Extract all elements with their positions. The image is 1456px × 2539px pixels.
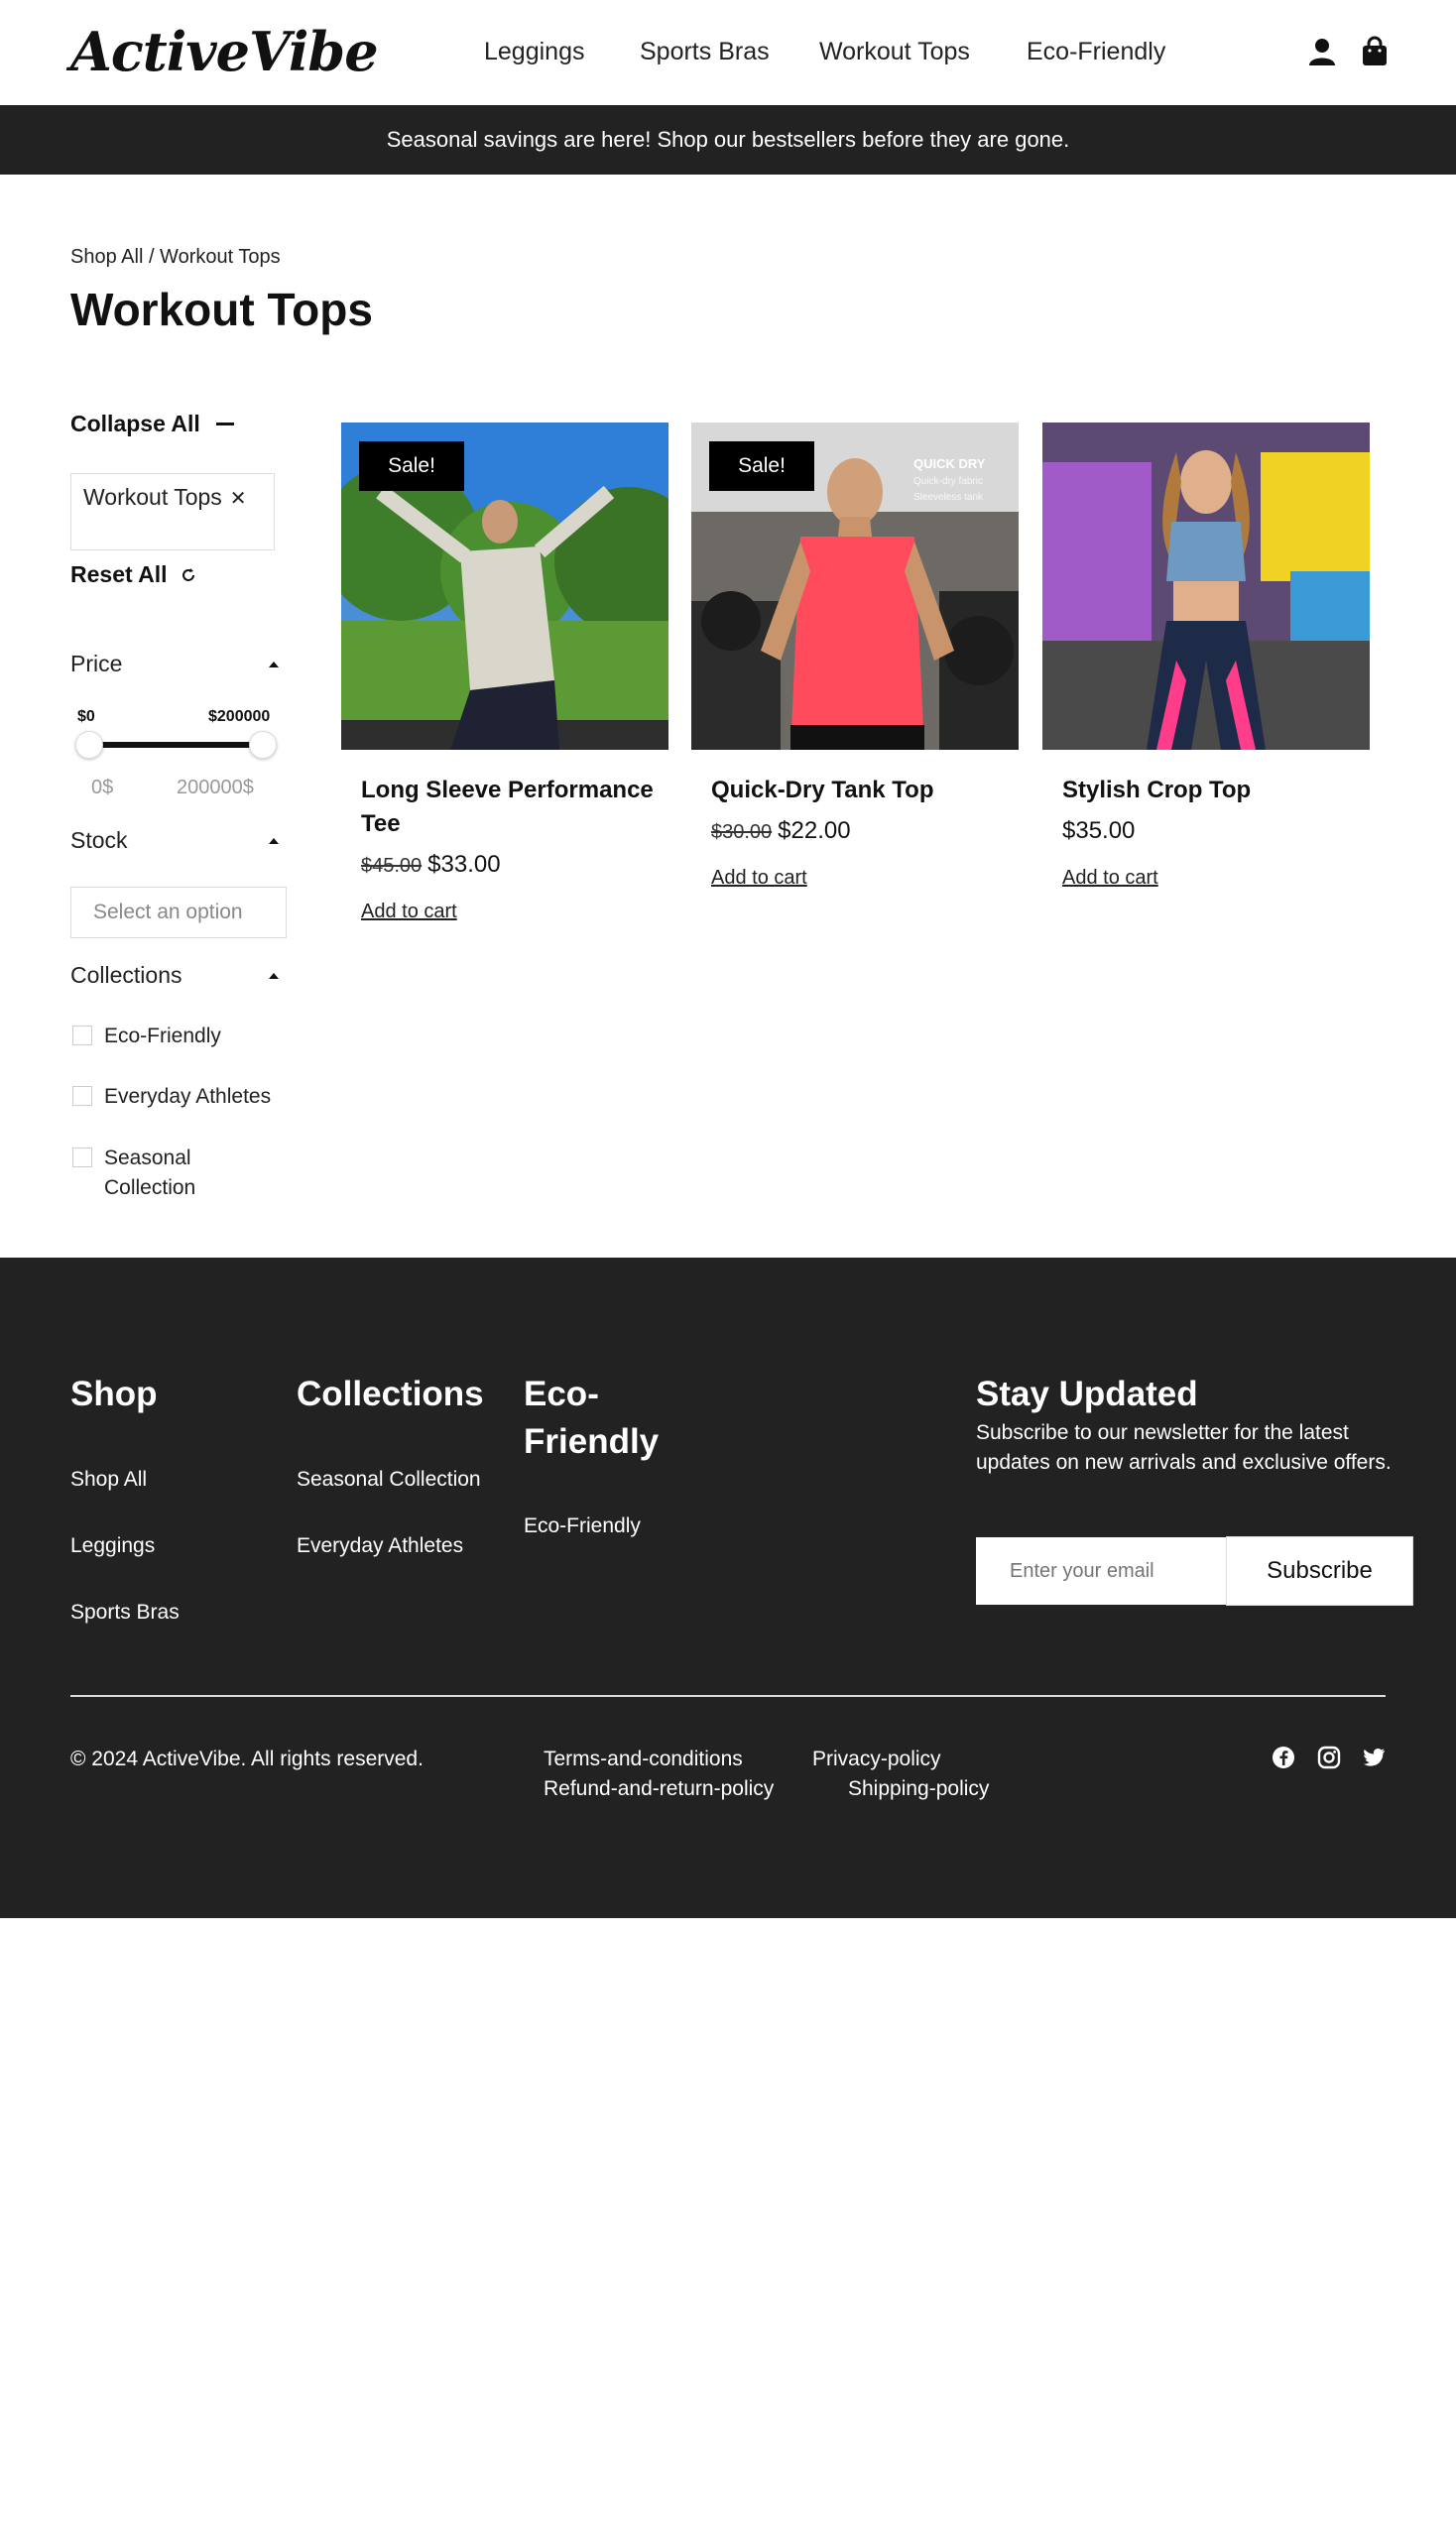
close-icon[interactable]: ✕ <box>230 488 247 510</box>
footer-link-terms[interactable]: Terms-and-conditions <box>544 1748 743 1771</box>
product-price: $45.00 $33.00 <box>361 851 501 879</box>
collection-option-everyday-athletes[interactable]: Everyday Athletes <box>72 1082 271 1112</box>
collapse-all-label: Collapse All <box>70 411 200 436</box>
stock-facet-toggle[interactable]: Stock <box>70 827 283 854</box>
footer-collections-heading: Collections <box>297 1375 484 1413</box>
price-slider-min-handle[interactable] <box>75 731 103 759</box>
footer-link-everyday-athletes[interactable]: Everyday Athletes <box>297 1534 463 1558</box>
original-price: $45.00 <box>361 855 423 877</box>
price-max-label: $200000 <box>208 708 271 725</box>
subscribe-button[interactable]: Subscribe <box>1226 1536 1413 1606</box>
product-price: $35.00 <box>1062 817 1135 845</box>
nav-leggings[interactable]: Leggings <box>484 36 584 67</box>
footer-eco-heading: Eco-Friendly <box>524 1375 660 1461</box>
stock-facet-title: Stock <box>70 827 128 853</box>
footer-link-leggings[interactable]: Leggings <box>70 1534 155 1558</box>
price-facet-toggle[interactable]: Price <box>70 651 283 677</box>
copyright: © 2024 ActiveVibe. All rights reserved. <box>70 1748 424 1770</box>
chevron-up-icon <box>269 837 279 844</box>
active-filter-chip[interactable]: Workout Tops ✕ <box>70 473 275 550</box>
instagram-icon[interactable] <box>1317 1746 1341 1769</box>
collection-option-eco-friendly[interactable]: Eco-Friendly <box>72 1022 221 1051</box>
nav-workout-tops[interactable]: Workout Tops <box>819 36 970 67</box>
site-header: ActiveVibe Leggings Sports Bras Workout … <box>0 0 1456 105</box>
reset-all-button[interactable]: Reset All <box>70 561 197 588</box>
footer-link-shipping[interactable]: Shipping-policy <box>848 1777 989 1801</box>
chevron-up-icon <box>269 661 279 667</box>
image-text: Quick-dry fabric <box>913 476 984 487</box>
user-icon[interactable] <box>1306 36 1338 67</box>
nav-eco-friendly[interactable]: Eco-Friendly <box>1027 36 1165 67</box>
price-min-value[interactable]: 0$ <box>91 777 113 799</box>
checkbox[interactable] <box>72 1086 92 1106</box>
price: $35.00 <box>1062 817 1136 844</box>
bag-icon[interactable] <box>1359 36 1391 67</box>
product-image[interactable]: Sale! <box>341 423 668 750</box>
sale-badge: Sale! <box>359 441 464 491</box>
collapse-all-button[interactable]: Collapse All <box>70 411 234 437</box>
collection-option-label: Everyday Athletes <box>104 1085 272 1108</box>
collection-option-label: Eco-Friendly <box>104 1025 221 1047</box>
collections-facet-toggle[interactable]: Collections <box>70 962 283 989</box>
footer-link-refund[interactable]: Refund-and-return-policy <box>544 1777 774 1801</box>
price-slider-max-handle[interactable] <box>249 731 277 759</box>
newsletter-heading: Stay Updated <box>976 1375 1198 1413</box>
price-facet-title: Price <box>70 651 123 676</box>
price-min-label: $0 <box>77 708 95 725</box>
footer-divider <box>70 1695 1386 1697</box>
image-text: QUICK DRY <box>913 456 986 471</box>
add-to-cart-link[interactable]: Add to cart <box>1062 867 1158 890</box>
reset-all-label: Reset All <box>70 561 168 587</box>
checkbox[interactable] <box>72 1148 92 1167</box>
sale-badge: Sale! <box>709 441 814 491</box>
add-to-cart-link[interactable]: Add to cart <box>361 901 457 923</box>
footer-link-seasonal-collection[interactable]: Seasonal Collection <box>297 1468 481 1492</box>
footer-shop-heading: Shop <box>70 1375 158 1413</box>
add-to-cart-link[interactable]: Add to cart <box>711 867 807 890</box>
stock-select[interactable]: Select an option <box>70 887 287 938</box>
active-filter-label: Workout Tops <box>83 484 222 510</box>
product-title[interactable]: Quick-Dry Tank Top <box>711 774 1009 807</box>
product-price: $30.00 $22.00 <box>711 817 851 845</box>
facebook-icon[interactable] <box>1272 1746 1295 1769</box>
nav-sports-bras[interactable]: Sports Bras <box>640 36 770 67</box>
collection-option-label: Seasonal Collection <box>104 1147 196 1199</box>
checkbox[interactable] <box>72 1026 92 1045</box>
product-image[interactable] <box>1042 423 1370 750</box>
original-price: $30.00 <box>711 821 773 843</box>
email-field[interactable] <box>976 1537 1226 1605</box>
breadcrumb[interactable]: Shop All / Workout Tops <box>70 246 281 269</box>
footer-link-shop-all[interactable]: Shop All <box>70 1468 147 1492</box>
price-max-value[interactable]: 200000$ <box>177 777 254 799</box>
twitter-icon[interactable] <box>1362 1746 1386 1769</box>
page-title: Workout Tops <box>70 284 373 335</box>
announcement-bar: Seasonal savings are here! Shop our best… <box>0 105 1456 175</box>
footer-link-eco-friendly[interactable]: Eco-Friendly <box>524 1514 641 1538</box>
newsletter-text: Subscribe to our newsletter for the late… <box>976 1421 1392 1474</box>
sale-price: $33.00 <box>427 851 501 878</box>
price-slider-track[interactable] <box>89 742 264 748</box>
minus-icon <box>215 423 234 425</box>
main-nav: Leggings Sports Bras Workout Tops Eco-Fr… <box>0 36 1456 67</box>
sale-price: $22.00 <box>778 817 851 844</box>
footer-link-privacy[interactable]: Privacy-policy <box>812 1748 941 1771</box>
image-text: Sleeveless tank <box>913 492 984 503</box>
collection-option-seasonal-collection[interactable]: Seasonal Collection <box>72 1144 231 1203</box>
product-image[interactable]: Sale! QUICK DRY Quick-dry fabric Sleevel… <box>691 423 1019 750</box>
product-title[interactable]: Stylish Crop Top <box>1062 774 1360 807</box>
chevron-up-icon <box>269 972 279 979</box>
footer-link-sports-bras[interactable]: Sports Bras <box>70 1601 180 1625</box>
collections-facet-title: Collections <box>70 962 182 988</box>
product-title[interactable]: Long Sleeve Performance Tee <box>361 774 659 841</box>
refresh-icon <box>182 567 194 581</box>
